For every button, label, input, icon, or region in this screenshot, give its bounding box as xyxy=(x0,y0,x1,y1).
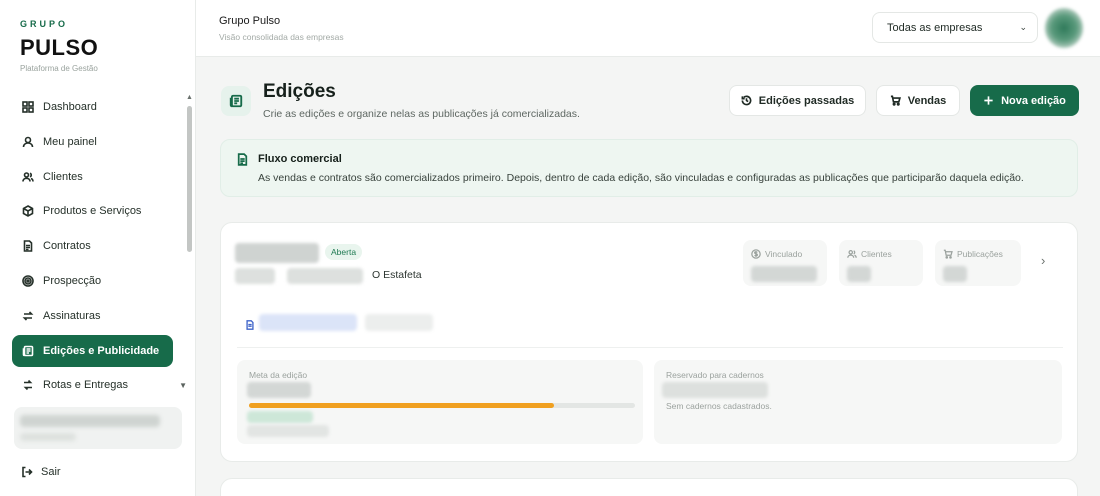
banner-text: As vendas e contratos são comercializado… xyxy=(258,172,1024,184)
divider xyxy=(237,347,1063,348)
sidebar-item-label: Produtos e Serviços xyxy=(43,205,142,218)
sidebar-item-edicoes[interactable]: Edições e Publicidade xyxy=(12,334,173,367)
avatar[interactable] xyxy=(1045,8,1083,48)
goal-percent-redacted xyxy=(247,411,313,423)
brand-kicker: GRUPO xyxy=(20,19,69,29)
chevron-right-icon[interactable]: › xyxy=(1041,253,1045,268)
new-edition-button[interactable]: Nova edição xyxy=(970,85,1079,116)
history-icon xyxy=(741,95,752,106)
chip-redacted[interactable] xyxy=(365,314,433,331)
sidebar-item-label: Prospecção xyxy=(43,274,102,287)
sidebar-item-assinaturas[interactable]: Assinaturas xyxy=(12,300,173,332)
stat-label: Clientes xyxy=(847,249,892,259)
stat-value-redacted xyxy=(751,266,817,282)
sidebar-item-label: Rotas e Entregas xyxy=(43,379,128,392)
page-description: Crie as edições e organize nelas as publ… xyxy=(263,108,580,120)
stat-linked: Vinculado xyxy=(743,240,827,286)
sidebar-scrollbar[interactable]: ▲ xyxy=(186,94,193,394)
sidebar-item-meu-painel[interactable]: Meu painel xyxy=(12,126,173,158)
user-profile-redacted[interactable] xyxy=(14,407,182,449)
company-select[interactable]: Todas as empresas ⌄ xyxy=(872,12,1038,43)
reserved-value-redacted xyxy=(662,382,768,398)
sidebar-item-rotas[interactable]: Rotas e Entregas ▼ xyxy=(12,369,187,401)
edition-card[interactable]: Aberta O Estafeta Vinculado Clientes Pub… xyxy=(220,222,1078,462)
newspaper-icon xyxy=(221,86,251,116)
stat-value-redacted xyxy=(847,266,871,282)
scroll-up-arrow-icon[interactable]: ▲ xyxy=(186,94,193,101)
grid-icon xyxy=(21,100,35,114)
users-icon xyxy=(21,170,35,184)
reserved-sections-panel: Reservado para cadernos Sem cadernos cad… xyxy=(654,360,1062,444)
sales-label: Vendas xyxy=(907,94,947,107)
logout-icon xyxy=(22,466,33,478)
redacted-text xyxy=(20,415,160,427)
cart-icon xyxy=(943,249,953,259)
edition-date-redacted xyxy=(235,268,275,284)
edition-goal-panel: Meta da edição xyxy=(237,360,643,444)
document-icon xyxy=(245,317,255,335)
target-icon xyxy=(21,274,35,288)
user-icon xyxy=(21,135,35,149)
sidebar-nav: Dashboard Meu painel Clientes Produtos e… xyxy=(12,91,187,404)
goal-detail-redacted xyxy=(247,425,329,437)
sidebar-item-dashboard[interactable]: Dashboard xyxy=(12,91,173,123)
publication-name: O Estafeta xyxy=(372,269,422,281)
topbar-title: Grupo Pulso xyxy=(219,15,281,27)
brand-subtitle: Plataforma de Gestão xyxy=(20,64,98,73)
sidebar-item-label: Clientes xyxy=(43,170,83,183)
reserved-label: Reservado para cadernos xyxy=(666,370,764,380)
past-editions-label: Edições passadas xyxy=(758,94,855,107)
edition-name-redacted xyxy=(235,243,319,263)
page-title: Edições xyxy=(263,81,336,102)
brand-name: PULSO xyxy=(20,35,99,60)
plus-icon xyxy=(984,96,993,105)
sidebar: GRUPO PULSO Plataforma de Gestão Dashboa… xyxy=(0,0,196,496)
users-icon xyxy=(847,250,857,258)
edition-card[interactable] xyxy=(220,478,1078,496)
company-select-value: Todas as empresas xyxy=(887,21,983,34)
new-edition-label: Nova edição xyxy=(1001,94,1066,107)
logout-button[interactable]: Sair xyxy=(21,466,61,478)
sidebar-item-prospeccao[interactable]: Prospecção xyxy=(12,265,173,297)
sidebar-item-label: Dashboard xyxy=(43,101,97,113)
document-icon xyxy=(236,153,249,171)
past-editions-button[interactable]: Edições passadas xyxy=(729,85,866,116)
edition-date-redacted xyxy=(287,268,363,284)
sidebar-item-produtos[interactable]: Produtos e Serviços xyxy=(12,195,173,227)
topbar: Grupo Pulso Visão consolidada das empres… xyxy=(196,0,1100,57)
repeat-icon xyxy=(21,309,35,323)
sidebar-item-label: Meu painel xyxy=(43,135,97,148)
goal-value-redacted xyxy=(247,382,311,398)
goal-progress-fill xyxy=(249,403,554,408)
sidebar-item-label: Edições e Publicidade xyxy=(43,344,160,357)
logout-label: Sair xyxy=(41,466,61,478)
stat-publications: Publicações xyxy=(935,240,1021,286)
document-icon xyxy=(21,239,35,253)
goal-progress-bar xyxy=(249,403,635,408)
newspaper-icon xyxy=(21,344,35,358)
scroll-thumb[interactable] xyxy=(187,106,192,252)
topbar-subtitle: Visão consolidada das empresas xyxy=(219,32,344,42)
linked-document-chip-redacted[interactable] xyxy=(259,314,357,331)
sidebar-item-label: Contratos xyxy=(43,240,91,253)
sidebar-item-label: Assinaturas xyxy=(43,309,101,322)
sidebar-item-clientes[interactable]: Clientes xyxy=(12,161,173,193)
info-banner: Fluxo comercial As vendas e contratos sã… xyxy=(220,139,1078,197)
stat-value-redacted xyxy=(943,266,967,282)
cart-icon xyxy=(890,95,901,106)
sidebar-item-contratos[interactable]: Contratos xyxy=(12,230,173,262)
stat-label: Publicações xyxy=(943,249,1003,259)
chevron-down-icon: ⌄ xyxy=(1019,22,1027,32)
reserved-empty-text: Sem cadernos cadastrados. xyxy=(666,401,772,411)
stat-label: Vinculado xyxy=(751,249,802,259)
redacted-text xyxy=(20,433,76,441)
route-icon xyxy=(21,378,35,392)
package-icon xyxy=(21,204,35,218)
status-badge: Aberta xyxy=(325,244,363,260)
sales-button[interactable]: Vendas xyxy=(876,85,960,116)
stat-clients: Clientes xyxy=(839,240,923,286)
dollar-icon xyxy=(751,249,761,259)
banner-title: Fluxo comercial xyxy=(258,153,342,165)
goal-label: Meta da edição xyxy=(249,370,308,380)
